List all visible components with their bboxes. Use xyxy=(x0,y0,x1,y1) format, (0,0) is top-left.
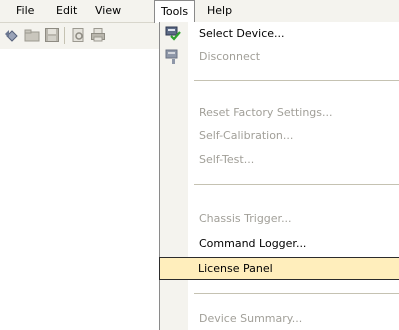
print-icon[interactable] xyxy=(90,27,106,43)
menu-item-self-calibration[interactable]: Self-Calibration... xyxy=(160,124,399,147)
open-folder-icon[interactable] xyxy=(24,27,40,43)
toolbar xyxy=(0,23,160,49)
workspace xyxy=(0,49,159,330)
menu-separator xyxy=(194,80,399,81)
toolbar-separator xyxy=(64,27,65,44)
save-icon[interactable] xyxy=(44,27,60,43)
menu-item-select-device[interactable]: Select Device... xyxy=(160,22,399,45)
refresh-icon[interactable] xyxy=(4,27,20,43)
menu-item-chassis-trigger[interactable]: Chassis Trigger... xyxy=(160,207,399,230)
menu-icon-column xyxy=(160,22,188,330)
menu-item-device-summary[interactable]: Device Summary... xyxy=(160,307,399,330)
menu-file[interactable]: File xyxy=(16,0,34,22)
menu-separator xyxy=(194,293,399,294)
print-preview-icon[interactable] xyxy=(70,27,86,43)
menu-edit[interactable]: Edit xyxy=(56,0,77,22)
device-disconnect-icon xyxy=(165,48,182,65)
menu-item-license-panel[interactable]: License Panel xyxy=(159,257,399,280)
menu-item-self-test[interactable]: Self-Test... xyxy=(160,148,399,171)
menu-item-command-logger[interactable]: Command Logger... xyxy=(160,232,399,255)
menu-separator xyxy=(194,184,399,185)
menu-tools[interactable]: Tools xyxy=(154,0,195,23)
menu-bar: File Edit View Tools Help xyxy=(0,0,399,23)
menu-help[interactable]: Help xyxy=(207,0,232,22)
menu-item-disconnect[interactable]: Disconnect xyxy=(160,45,399,68)
menu-item-reset-factory-settings[interactable]: Reset Factory Settings... xyxy=(160,101,399,124)
menu-view[interactable]: View xyxy=(95,0,121,22)
device-connect-icon xyxy=(165,25,182,42)
tools-dropdown-menu: Select Device... Disconnect Reset Factor… xyxy=(159,22,399,330)
